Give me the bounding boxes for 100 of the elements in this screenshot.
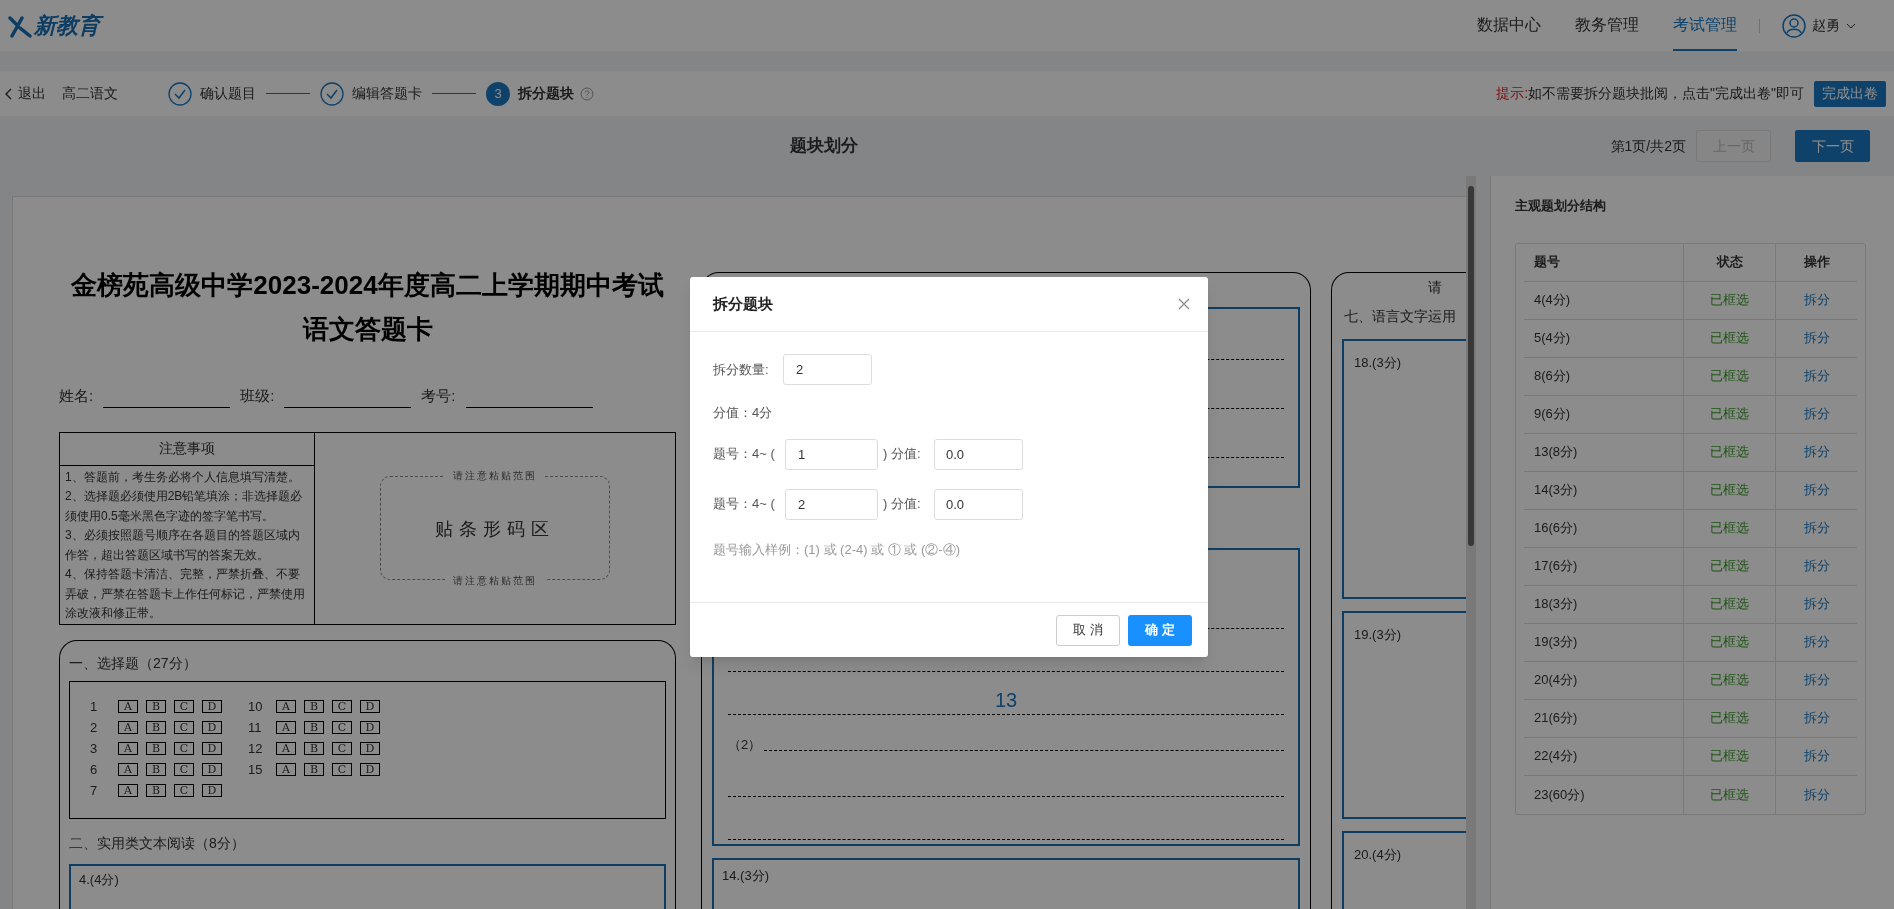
answer-option[interactable]: B xyxy=(146,721,166,734)
answer-option[interactable]: D xyxy=(202,742,222,755)
answer-option[interactable]: C xyxy=(332,763,352,776)
answer-option[interactable]: A xyxy=(276,700,296,713)
split-link[interactable]: 拆分 xyxy=(1803,784,1830,805)
close-icon[interactable] xyxy=(1178,298,1190,310)
answer-option[interactable]: D xyxy=(360,742,380,755)
field-label: ) 分值: xyxy=(882,495,922,514)
answer-option[interactable]: B xyxy=(146,763,166,776)
table-cell: 16(6分) xyxy=(1524,509,1684,547)
question-number-input[interactable]: 1 xyxy=(785,438,878,470)
answer-option[interactable]: B xyxy=(146,742,166,755)
answer-option[interactable]: B xyxy=(146,784,166,797)
split-count-input[interactable]: 2 xyxy=(783,354,872,385)
status-text: 已框选 xyxy=(1684,623,1776,661)
table-cell: 8(6分) xyxy=(1524,357,1684,395)
notice-item: 2、选择题必须使用2B铅笔填涂；非选择题必须使用0.5毫米黑色字迹的签字笔书写。 xyxy=(65,488,304,525)
split-link[interactable]: 拆分 xyxy=(1803,670,1830,690)
answer-option[interactable]: C xyxy=(332,721,352,734)
notice-heading: 注意事项 xyxy=(60,432,314,466)
split-link[interactable]: 拆分 xyxy=(1803,708,1830,728)
split-link[interactable]: 拆分 xyxy=(1803,632,1830,652)
answer-option[interactable]: A xyxy=(276,763,296,776)
panel-title: 主观题划分结构 xyxy=(1515,197,1607,215)
step-label: 编辑答题卡 xyxy=(352,84,422,103)
user-name[interactable]: 赵勇 xyxy=(1812,15,1840,36)
question-number: 12 xyxy=(248,739,264,758)
answer-option[interactable]: C xyxy=(332,700,352,713)
barcode-note: 请注意粘贴范围 xyxy=(445,573,545,588)
confirm-button[interactable]: 确 定 xyxy=(1128,614,1192,646)
answer-option[interactable]: D xyxy=(202,721,222,734)
answer-option[interactable]: B xyxy=(304,721,324,734)
next-page-button[interactable]: 下一页 xyxy=(1795,130,1870,162)
table-cell: 5(4分) xyxy=(1524,319,1684,357)
answer-option[interactable]: D xyxy=(202,700,222,713)
split-link[interactable]: 拆分 xyxy=(1803,556,1830,576)
back-button[interactable]: 退出 xyxy=(4,83,46,104)
answer-option[interactable]: D xyxy=(202,784,222,797)
status-text: 已框选 xyxy=(1684,395,1776,433)
nav-tab[interactable]: 教务管理 xyxy=(1575,0,1639,51)
status-text: 已框选 xyxy=(1684,737,1776,775)
question-number: 11 xyxy=(248,718,263,737)
answer-option[interactable]: B xyxy=(304,763,324,776)
table-cell: 18(3分) xyxy=(1524,585,1684,623)
table-cell: 14(3分) xyxy=(1524,471,1684,509)
status-text: 已框选 xyxy=(1684,775,1776,814)
score-input[interactable]: 0.0 xyxy=(934,438,1023,470)
nav-tab[interactable]: 数据中心 xyxy=(1477,0,1541,51)
answer-option[interactable]: A xyxy=(118,742,138,755)
score-input[interactable]: 0.0 xyxy=(934,488,1023,520)
answer-option[interactable]: C xyxy=(174,742,194,755)
question-number: 10 xyxy=(248,697,264,716)
question-number-input[interactable]: 2 xyxy=(785,488,878,520)
input-hint: 题号输入样例：(1) 或 (2-4) 或 ① 或 (②-④) xyxy=(713,540,961,559)
split-link[interactable]: 拆分 xyxy=(1803,518,1830,538)
table-cell: 9(6分) xyxy=(1524,395,1684,433)
cancel-button[interactable]: 取 消 xyxy=(1056,614,1120,646)
answer-option[interactable]: D xyxy=(360,721,380,734)
answer-option[interactable]: C xyxy=(174,700,194,713)
block-number: 13 xyxy=(994,687,1018,712)
answer-option[interactable]: D xyxy=(360,700,380,713)
subject-name: 高二语文 xyxy=(62,84,118,103)
answer-option[interactable]: C xyxy=(332,742,352,755)
answer-option[interactable]: C xyxy=(174,784,194,797)
answer-option[interactable]: A xyxy=(276,721,296,734)
answer-option[interactable]: A xyxy=(276,742,296,755)
split-link[interactable]: 拆分 xyxy=(1803,290,1830,310)
step-label: 拆分题块 xyxy=(518,84,574,103)
answer-option[interactable]: C xyxy=(174,763,194,776)
split-link[interactable]: 拆分 xyxy=(1803,594,1830,614)
scrollbar-thumb[interactable] xyxy=(1468,186,1474,546)
sub-question-label: （2） xyxy=(728,735,763,754)
split-link[interactable]: 拆分 xyxy=(1803,442,1830,462)
answer-option[interactable]: A xyxy=(118,763,138,776)
answer-option[interactable]: B xyxy=(146,700,166,713)
split-link[interactable]: 拆分 xyxy=(1803,404,1830,424)
split-link[interactable]: 拆分 xyxy=(1803,366,1830,386)
answer-option[interactable]: B xyxy=(304,700,324,713)
answer-option[interactable]: B xyxy=(304,742,324,755)
chevron-down-icon[interactable] xyxy=(1846,22,1856,29)
split-link[interactable]: 拆分 xyxy=(1803,746,1830,766)
status-text: 已框选 xyxy=(1684,585,1776,623)
status-text: 已框选 xyxy=(1684,509,1776,547)
question-number: 1 xyxy=(90,697,99,716)
split-link[interactable]: 拆分 xyxy=(1803,328,1830,348)
split-link[interactable]: 拆分 xyxy=(1803,480,1830,500)
answer-option[interactable]: A xyxy=(118,784,138,797)
nav-tab[interactable]: 考试管理 xyxy=(1673,0,1737,51)
dialog-title: 拆分题块 xyxy=(713,293,773,314)
table-cell: 17(6分) xyxy=(1524,547,1684,585)
status-text: 已框选 xyxy=(1684,319,1776,357)
answer-option[interactable]: A xyxy=(118,700,138,713)
answer-option[interactable]: C xyxy=(174,721,194,734)
answer-option[interactable]: D xyxy=(202,763,222,776)
finish-button[interactable]: 完成出卷 xyxy=(1814,80,1886,107)
answer-option[interactable]: A xyxy=(118,721,138,734)
notice-item: 4、保持答题卡清洁、完整，严禁折叠、不要弄破，严禁在答题卡上作任何标记，严禁使用涂改液和修正带。 xyxy=(65,566,306,622)
answer-option[interactable]: D xyxy=(360,763,380,776)
user-avatar-icon[interactable] xyxy=(1782,13,1806,38)
question-number: 15 xyxy=(248,760,264,779)
